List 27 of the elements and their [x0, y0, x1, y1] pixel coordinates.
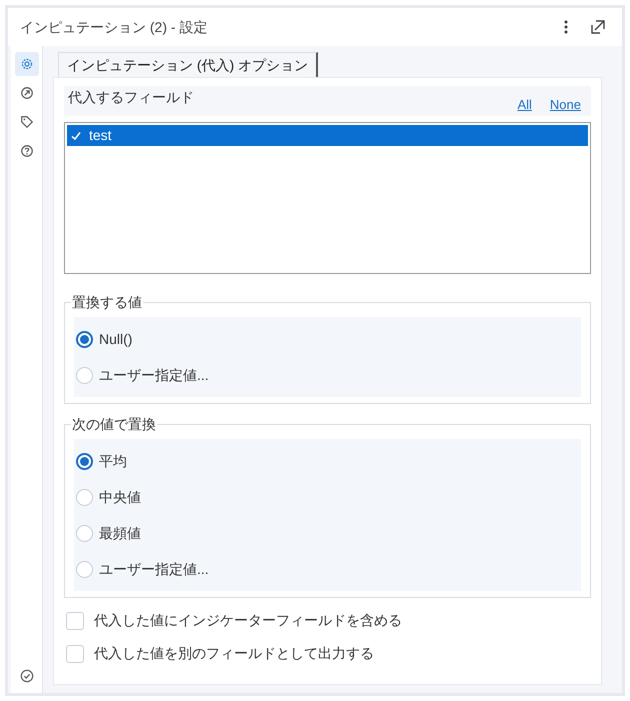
- checkbox[interactable]: [66, 644, 84, 662]
- radio-option[interactable]: ユーザー指定値...: [74, 357, 581, 393]
- checkbox[interactable]: [66, 612, 84, 630]
- link[interactable]: All: [517, 94, 532, 114]
- radio-button[interactable]: [76, 452, 93, 470]
- group-title: 置換する値: [71, 293, 143, 312]
- field-item[interactable]: test: [67, 125, 588, 146]
- radio-option[interactable]: Null(): [74, 321, 581, 357]
- pop-out-icon[interactable]: [590, 19, 606, 35]
- tab[interactable]: インピュテーション (代入) オプション: [58, 52, 318, 77]
- settings-icon[interactable]: [20, 57, 34, 71]
- field-list[interactable]: test: [64, 122, 591, 274]
- radio-option[interactable]: 平均: [74, 443, 581, 479]
- radio-button[interactable]: [76, 330, 93, 348]
- more-icon[interactable]: [564, 20, 568, 34]
- radio-option[interactable]: ユーザー指定値...: [74, 551, 581, 587]
- checkbox-option[interactable]: 代入した値を別のフィールドとして出力する: [66, 643, 591, 664]
- group-title: 次の値で置換: [71, 415, 157, 434]
- link[interactable]: None: [550, 94, 581, 114]
- section-title: 代入するフィールド: [68, 88, 194, 107]
- radio-option[interactable]: 中央値: [74, 479, 581, 515]
- radio-option[interactable]: 最頻値: [74, 515, 581, 551]
- window-title: インピュテーション (2) - 設定: [20, 18, 208, 37]
- help-icon[interactable]: [20, 144, 34, 158]
- tag-icon[interactable]: [20, 115, 34, 129]
- checkbox-option[interactable]: 代入した値にインジケーターフィールドを含める: [66, 610, 591, 631]
- check-circle-icon: [20, 669, 34, 683]
